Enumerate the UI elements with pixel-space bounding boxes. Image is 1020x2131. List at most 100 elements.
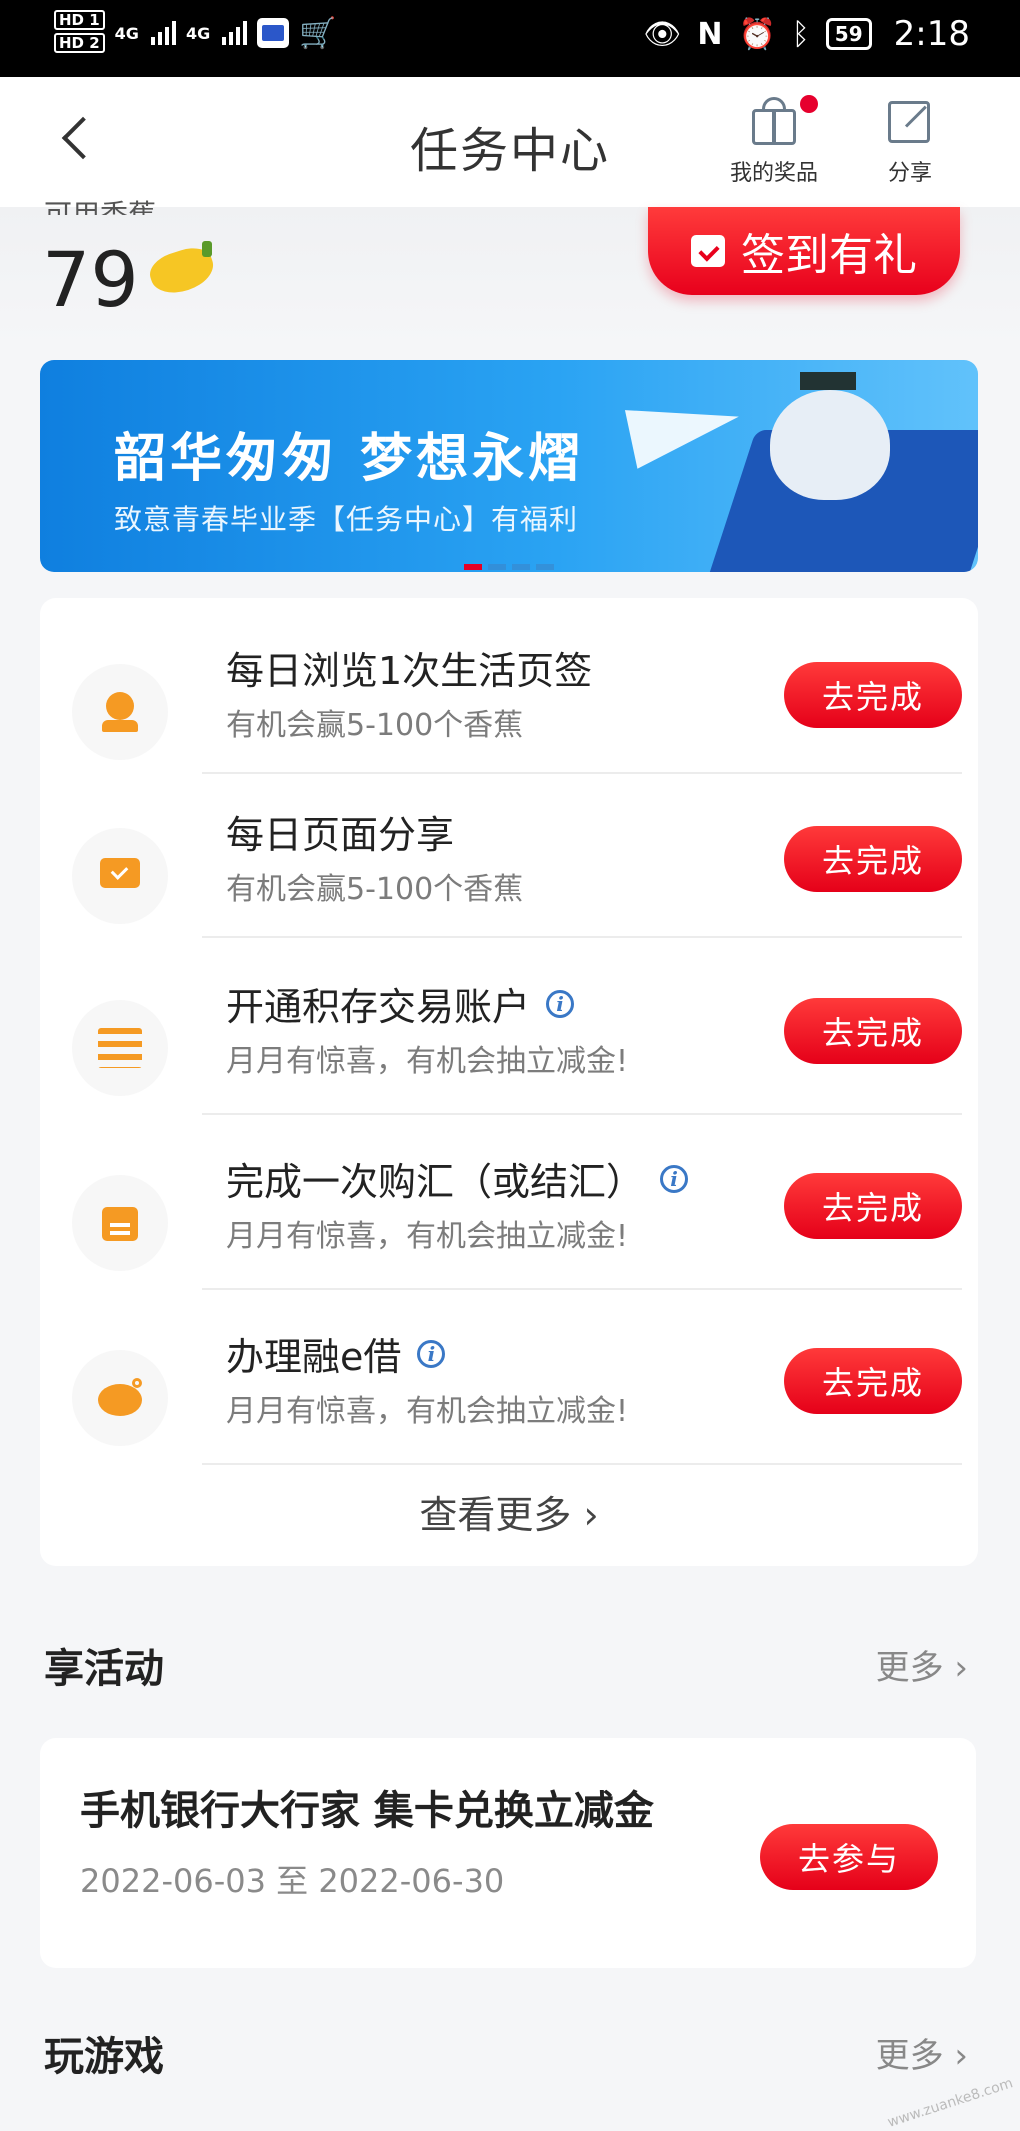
- task-title: 完成一次购汇（或结汇） i: [226, 1151, 689, 1206]
- paper-plane-icon: [624, 387, 746, 469]
- points-label: 可用香蕉: [44, 198, 157, 215]
- my-rewards-label: 我的奖品: [730, 161, 819, 186]
- task-title-text: 每日页面分享: [226, 813, 455, 857]
- task-title-text: 完成一次购汇（或结汇）: [226, 1160, 645, 1204]
- task-title-text: 每日浏览1次生活页签: [226, 649, 593, 693]
- see-more-label: 查看更多: [419, 1493, 572, 1537]
- task-subtitle: 月月有惊喜，有机会抽立减金!: [226, 1044, 629, 1079]
- share-icon: [884, 95, 936, 147]
- bank-app-icon: [257, 18, 290, 48]
- clock: 2:18: [893, 14, 970, 54]
- checkin-label: 签到有礼: [741, 230, 917, 281]
- complete-task-button[interactable]: 去完成: [784, 1348, 962, 1414]
- page-title: 任务中心: [409, 123, 610, 179]
- network-type-1: 4G: [114, 23, 139, 43]
- task-icon-wrap: [72, 664, 168, 760]
- hd1-badge: HD 1: [54, 10, 105, 30]
- task-row: 完成一次购汇（或结汇） i 月月有惊喜，有机会抽立减金! 去完成: [40, 1135, 978, 1310]
- battery-icon: 59: [825, 18, 872, 50]
- banner-title: 韶华匆匆 梦想永熠: [114, 429, 585, 489]
- calendar-check-icon: [691, 235, 725, 267]
- activity-date-range: 2022-06-03 至 2022-06-30: [80, 1862, 505, 1900]
- checkin-button[interactable]: 签到有礼: [648, 207, 960, 295]
- calendar-icon: [98, 1203, 142, 1243]
- pagination-dot[interactable]: [488, 564, 506, 570]
- chevron-right-icon: ›: [583, 1493, 599, 1537]
- see-more-link[interactable]: 查看更多 ›: [40, 1484, 978, 1539]
- nfc-icon: N: [697, 16, 723, 52]
- games-more-label: 更多: [875, 2036, 944, 2076]
- chevron-right-icon: ›: [954, 1648, 968, 1688]
- pagination-dot[interactable]: [536, 564, 554, 570]
- banana-icon: [150, 241, 220, 301]
- games-more-link[interactable]: 更多 ›: [876, 2028, 968, 2077]
- info-icon[interactable]: i: [660, 1164, 689, 1193]
- complete-task-button[interactable]: 去完成: [784, 998, 962, 1064]
- signal-1-icon: [150, 21, 176, 45]
- task-title: 办理融e借 i: [226, 1326, 446, 1381]
- info-icon[interactable]: i: [417, 1339, 446, 1368]
- task-subtitle: 有机会赢5-100个香蕉: [226, 872, 524, 907]
- watermark: www.zuanke8.com: [886, 2075, 1016, 2131]
- complete-task-button[interactable]: 去完成: [784, 826, 962, 892]
- divider: [202, 936, 962, 938]
- task-title-text: 办理融e借: [226, 1335, 402, 1379]
- bluetooth-icon: ᛒ: [791, 16, 810, 52]
- my-rewards-button[interactable]: 我的奖品: [730, 95, 818, 187]
- abacus-icon: [98, 1028, 142, 1068]
- task-icon-wrap: [72, 1175, 168, 1271]
- task-subtitle: 月月有惊喜，有机会抽立减金!: [226, 1394, 629, 1429]
- divider: [202, 772, 962, 774]
- task-icon-wrap: [72, 1350, 168, 1446]
- piggy-bank-icon: [98, 1378, 142, 1418]
- alarm-icon: ⏰: [738, 16, 776, 52]
- divider: [202, 1113, 962, 1115]
- status-bar-left: HD 1 HD 2 4G 4G 🛒: [54, 10, 337, 56]
- cart-icon: 🛒: [299, 15, 337, 51]
- task-subtitle: 有机会赢5-100个香蕉: [226, 708, 524, 743]
- notification-dot: [800, 95, 818, 113]
- divider: [202, 1463, 962, 1465]
- banner-subtitle: 致意青春毕业季【任务中心】有福利: [114, 503, 579, 536]
- task-row: 办理融e借 i 月月有惊喜，有机会抽立减金! 去完成: [40, 1310, 978, 1485]
- task-subtitle: 月月有惊喜，有机会抽立减金!: [226, 1219, 629, 1254]
- info-icon[interactable]: i: [546, 989, 575, 1018]
- task-title: 开通积存交易账户 i: [226, 976, 575, 1031]
- activities-more-link[interactable]: 更多 ›: [876, 1640, 968, 1689]
- task-icon-wrap: [72, 828, 168, 924]
- status-bar-right: 👁 N ⏰ ᛒ 59 2:18: [643, 14, 970, 54]
- chevron-right-icon: ›: [954, 2036, 968, 2076]
- activities-section-title: 享活动: [44, 1646, 164, 1692]
- task-row: 每日页面分享有机会赢5-100个香蕉 去完成: [40, 794, 978, 958]
- signal-2-icon: [222, 21, 248, 45]
- activity-card[interactable]: 手机银行大行家 集卡兑换立减金 2022-06-03 至 2022-06-30 …: [40, 1738, 976, 1968]
- activities-more-label: 更多: [875, 1648, 944, 1688]
- complete-task-button[interactable]: 去完成: [784, 662, 962, 728]
- gift-icon: [748, 95, 818, 147]
- task-row: 每日浏览1次生活页签有机会赢5-100个香蕉 去完成: [40, 630, 978, 794]
- points-value: 79: [42, 235, 139, 324]
- task-title: 每日页面分享: [226, 804, 454, 859]
- status-bar: HD 1 HD 2 4G 4G 🛒 👁 N ⏰ ᛒ 59 2:18: [0, 0, 1020, 77]
- join-activity-button[interactable]: 去参与: [760, 1824, 938, 1890]
- activity-title: 手机银行大行家 集卡兑换立减金: [80, 1788, 654, 1834]
- eye-icon: 👁: [643, 16, 682, 52]
- complete-task-button[interactable]: 去完成: [784, 1173, 962, 1239]
- avatar-icon: [98, 692, 142, 732]
- divider: [202, 1288, 962, 1290]
- share-label: 分享: [887, 161, 932, 186]
- task-row: 开通积存交易账户 i 月月有惊喜，有机会抽立减金! 去完成: [40, 960, 978, 1135]
- pagination-dot[interactable]: [464, 564, 482, 570]
- pagination-dot[interactable]: [512, 564, 530, 570]
- task-title: 每日浏览1次生活页签: [226, 640, 592, 695]
- hd2-badge: HD 2: [54, 33, 105, 53]
- promo-banner[interactable]: 韶华匆匆 梦想永熠 致意青春毕业季【任务中心】有福利: [40, 360, 978, 572]
- sim-indicators: HD 1 HD 2: [54, 10, 105, 56]
- points-section: 可用香蕉 79 签到有礼: [0, 198, 1020, 347]
- task-list-card: 每日浏览1次生活页签 有机会赢5-100个香蕉 去完成 每日页面分享 有机会赢5-100…: [40, 598, 978, 1566]
- banner-pagination[interactable]: [40, 564, 978, 572]
- network-type-2: 4G: [185, 23, 211, 43]
- screen-check-icon: [98, 856, 142, 896]
- elephant-mascot: [770, 372, 890, 500]
- share-button[interactable]: 分享: [884, 95, 936, 187]
